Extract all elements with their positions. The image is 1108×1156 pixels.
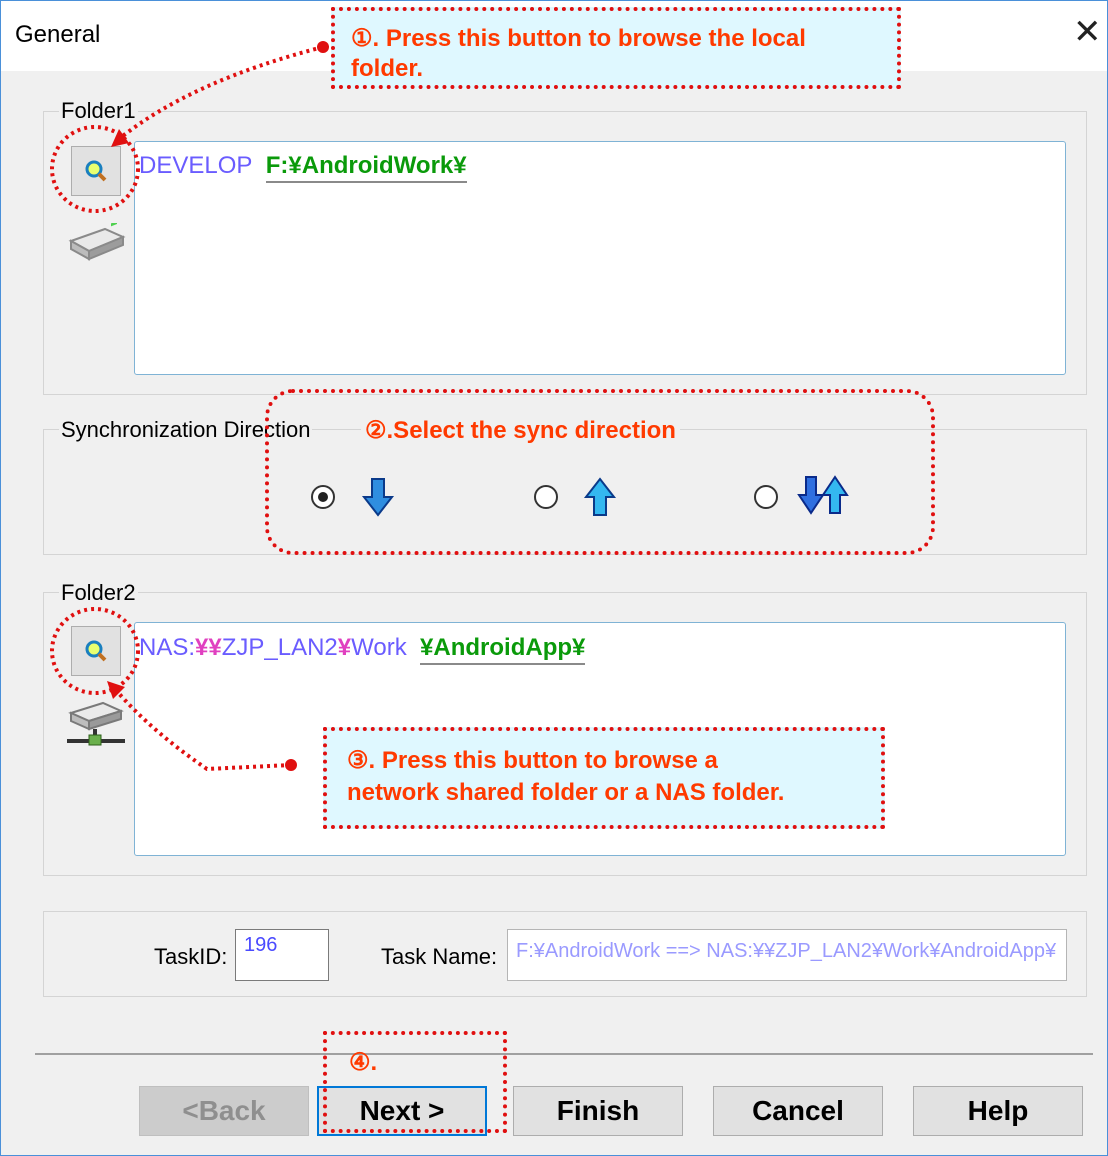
annotation-3-dot xyxy=(285,759,297,771)
annotation-connectors xyxy=(50,41,329,772)
annotation-3-connector xyxy=(113,687,292,772)
annotation-3-circle xyxy=(50,607,140,695)
annotation-1-dot xyxy=(317,41,329,53)
dialog-window: General ✕ Folder1 DEVELOP F:¥AndroidWork… xyxy=(0,0,1108,1156)
annotation-1-connector xyxy=(117,45,324,141)
